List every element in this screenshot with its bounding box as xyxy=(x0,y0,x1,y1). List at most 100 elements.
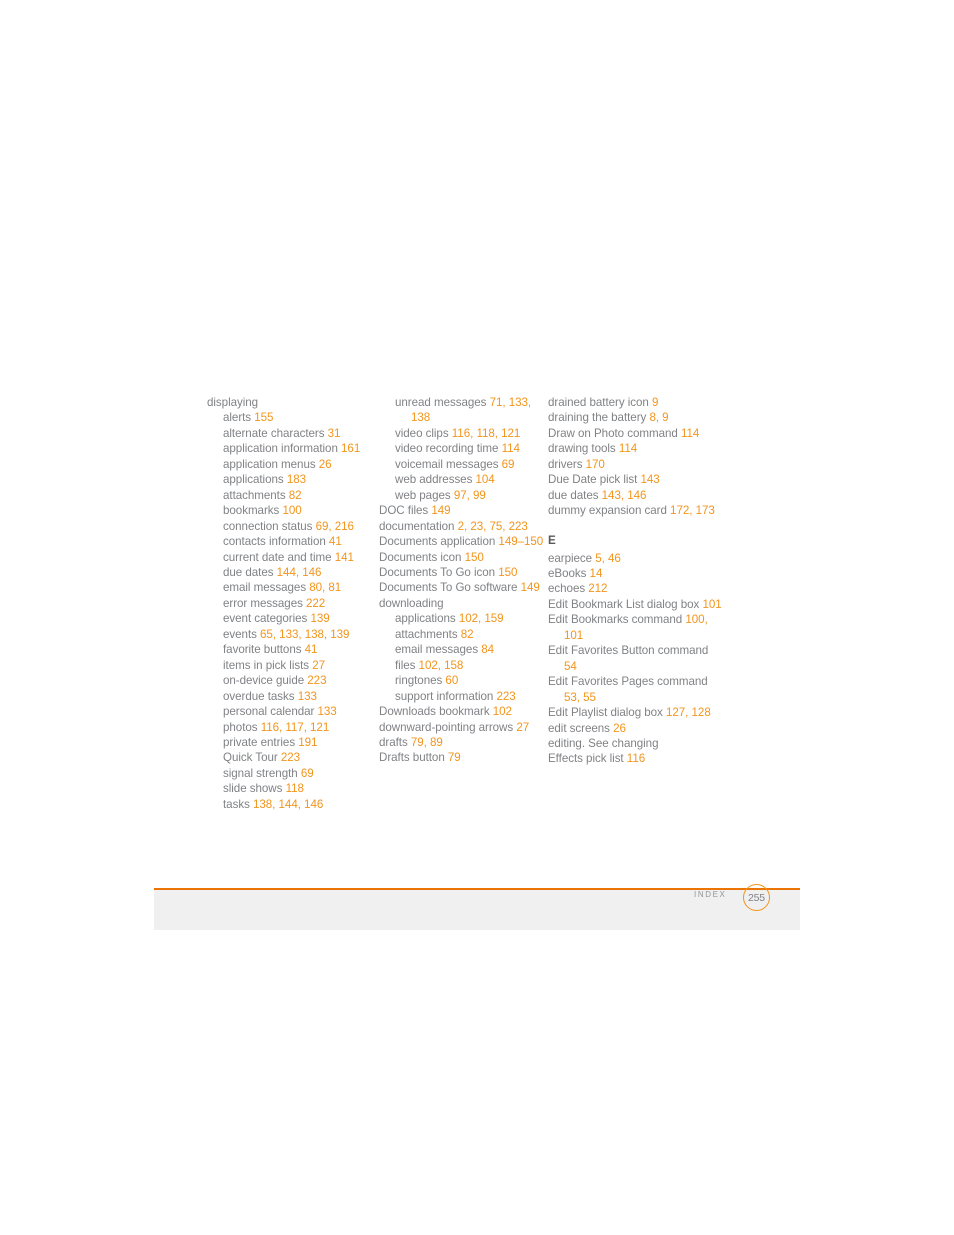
index-entry-term: displaying xyxy=(207,396,259,409)
index-entry-pages[interactable]: 143 xyxy=(640,473,659,486)
index-entry-pages[interactable]: 191 xyxy=(298,736,317,749)
index-entry-term: attachments xyxy=(223,488,286,502)
index-entry-pages[interactable]: 141 xyxy=(335,551,354,564)
index-entry-pages[interactable]: 223 xyxy=(307,674,326,687)
index-entry-pages[interactable]: 14 xyxy=(590,567,603,580)
index-entry-pages[interactable]: 155 xyxy=(254,411,273,424)
index-entry-term: on-device guide xyxy=(223,674,305,688)
index-entry-pages[interactable]: 161 xyxy=(341,442,360,455)
index-entry-pages[interactable]: 102 xyxy=(493,705,512,718)
index-entry-pages[interactable]: 116, 118, 121 xyxy=(452,427,521,440)
index-entry-pages[interactable]: 222 xyxy=(306,597,325,610)
index-entry-pages[interactable]: 69, 216 xyxy=(316,520,354,533)
index-entry-term: drafts xyxy=(379,735,408,749)
index-entry-pages[interactable]: 5, 46 xyxy=(595,552,621,565)
index-entry-pages[interactable]: 8, 9 xyxy=(649,411,668,424)
index-entry: events 65, 133, 138, 139 xyxy=(207,627,375,642)
index-entry-pages[interactable]: 101 xyxy=(702,598,721,611)
index-entry-pages[interactable]: 133 xyxy=(298,690,317,703)
index-section-heading: E xyxy=(548,533,556,547)
index-entry-pages[interactable]: 223 xyxy=(496,690,515,703)
index-entry-term: applications xyxy=(223,473,284,487)
index-entry-pages[interactable]: 27 xyxy=(312,659,325,672)
index-entry-pages[interactable]: 114 xyxy=(681,427,699,440)
index-entry-pages[interactable]: 102, 158 xyxy=(419,659,464,672)
index-entry-pages[interactable]: 212 xyxy=(588,582,607,595)
index-entry-pages[interactable]: 143, 146 xyxy=(602,489,647,502)
index-entry: Draw on Photo command 114 xyxy=(548,426,723,441)
index-entry-pages[interactable]: 149 xyxy=(431,504,450,517)
index-entry-term: current date and time xyxy=(223,550,332,564)
index-entry: application menus 26 xyxy=(207,457,375,472)
index-entry-pages[interactable]: 54 xyxy=(564,660,577,673)
index-entry-pages[interactable]: 60 xyxy=(445,674,458,687)
index-entry-pages[interactable]: 97, 99 xyxy=(454,489,486,502)
index-entry-pages[interactable]: 69 xyxy=(301,767,314,780)
index-entry-pages[interactable]: 41 xyxy=(329,535,342,548)
index-entry-pages[interactable]: 150 xyxy=(498,566,517,579)
index-entry-pages[interactable]: 138, 144, 146 xyxy=(253,798,323,811)
index-entry-term: personal calendar xyxy=(223,705,315,719)
index-entry-pages[interactable]: 104 xyxy=(476,473,495,486)
index-entry-pages[interactable]: 9 xyxy=(652,396,658,409)
index-entry: voicemail messages 69 xyxy=(379,457,544,472)
footer-section-label: INDEX xyxy=(694,890,727,899)
index-entry-pages[interactable]: 139 xyxy=(310,612,329,625)
index-entry-pages[interactable]: 26 xyxy=(613,722,626,735)
index-entry: error messages 222 xyxy=(207,596,375,611)
index-entry: ringtones 60 xyxy=(379,673,544,688)
index-entry-pages[interactable]: 118 xyxy=(286,782,304,795)
index-entry-pages[interactable]: 79, 89 xyxy=(411,736,443,749)
index-entry-term: bookmarks xyxy=(223,504,280,518)
index-entry: event categories 139 xyxy=(207,611,375,626)
index-entry-pages[interactable]: 144, 146 xyxy=(277,566,322,579)
index-entry: slide shows 118 xyxy=(207,781,375,796)
index-entry-term: documentation xyxy=(379,519,455,533)
index-entry: Due Date pick list 143 xyxy=(548,472,723,487)
index-entry-term: alerts xyxy=(223,411,252,425)
index-entry-pages[interactable]: 79 xyxy=(448,751,461,764)
index-entry-pages[interactable]: 116 xyxy=(627,752,645,765)
index-entry-pages[interactable]: 65, 133, 138, 139 xyxy=(260,628,349,641)
index-entry-pages[interactable]: 149–150 xyxy=(498,535,543,548)
index-entry-pages[interactable]: 102, 159 xyxy=(459,612,504,625)
index-entry-pages[interactable]: 127, 128 xyxy=(666,706,711,719)
index-entry: Quick Tour 223 xyxy=(207,750,375,765)
index-entry-pages[interactable]: 223 xyxy=(281,751,300,764)
index-entry-pages[interactable]: 69 xyxy=(502,458,515,471)
index-entry-pages[interactable]: 27 xyxy=(516,721,529,734)
index-entry-pages[interactable]: 41 xyxy=(305,643,318,656)
index-entry-term: web pages xyxy=(395,488,451,502)
index-entry-pages[interactable]: 82 xyxy=(461,628,474,641)
index-entry-pages[interactable]: 26 xyxy=(319,458,332,471)
index-entry-term: earpiece xyxy=(548,551,593,565)
index-entry: Edit Playlist dialog box 127, 128 xyxy=(548,705,723,720)
index-entry-pages[interactable]: 149 xyxy=(521,581,540,594)
index-entry: bookmarks 100 xyxy=(207,503,375,518)
index-entry-pages[interactable]: 53, 55 xyxy=(564,691,596,704)
index-entry-term: support information xyxy=(395,689,494,703)
index-entry-pages[interactable]: 84 xyxy=(481,643,494,656)
index-entry-pages[interactable]: 100 xyxy=(282,504,301,517)
index-entry-pages[interactable]: 80, 81 xyxy=(309,581,341,594)
index-entry-pages[interactable]: 170 xyxy=(586,458,605,471)
index-entry-pages[interactable]: 183 xyxy=(287,473,306,486)
index-entry-pages[interactable]: 172, 173 xyxy=(670,504,715,517)
index-entry-term: favorite buttons xyxy=(223,643,302,657)
index-entry-pages[interactable]: 31 xyxy=(328,427,341,440)
index-entry: Edit Bookmark List dialog box 101 xyxy=(548,597,723,612)
index-entry-term: editing. See changing xyxy=(548,737,659,751)
index-entry-pages[interactable]: 82 xyxy=(289,489,302,502)
index-entry-pages[interactable]: 114 xyxy=(619,442,637,455)
index-entry-pages[interactable]: 114 xyxy=(502,442,520,455)
index-entry-pages[interactable]: 2, 23, 75, 223 xyxy=(458,520,528,533)
index-entry: items in pick lists 27 xyxy=(207,658,375,673)
index-entry: downloading xyxy=(379,596,544,611)
index-entry: edit screens 26 xyxy=(548,721,723,736)
index-entry-pages[interactable]: 150 xyxy=(465,551,484,564)
index-entry-term: overdue tasks xyxy=(223,689,295,703)
index-entry-pages[interactable]: 133 xyxy=(318,705,337,718)
index-entry: current date and time 141 xyxy=(207,550,375,565)
index-entry-pages[interactable]: 116, 117, 121 xyxy=(261,721,330,734)
index-column: unread messages 71, 133, 138 video clips … xyxy=(379,395,544,766)
